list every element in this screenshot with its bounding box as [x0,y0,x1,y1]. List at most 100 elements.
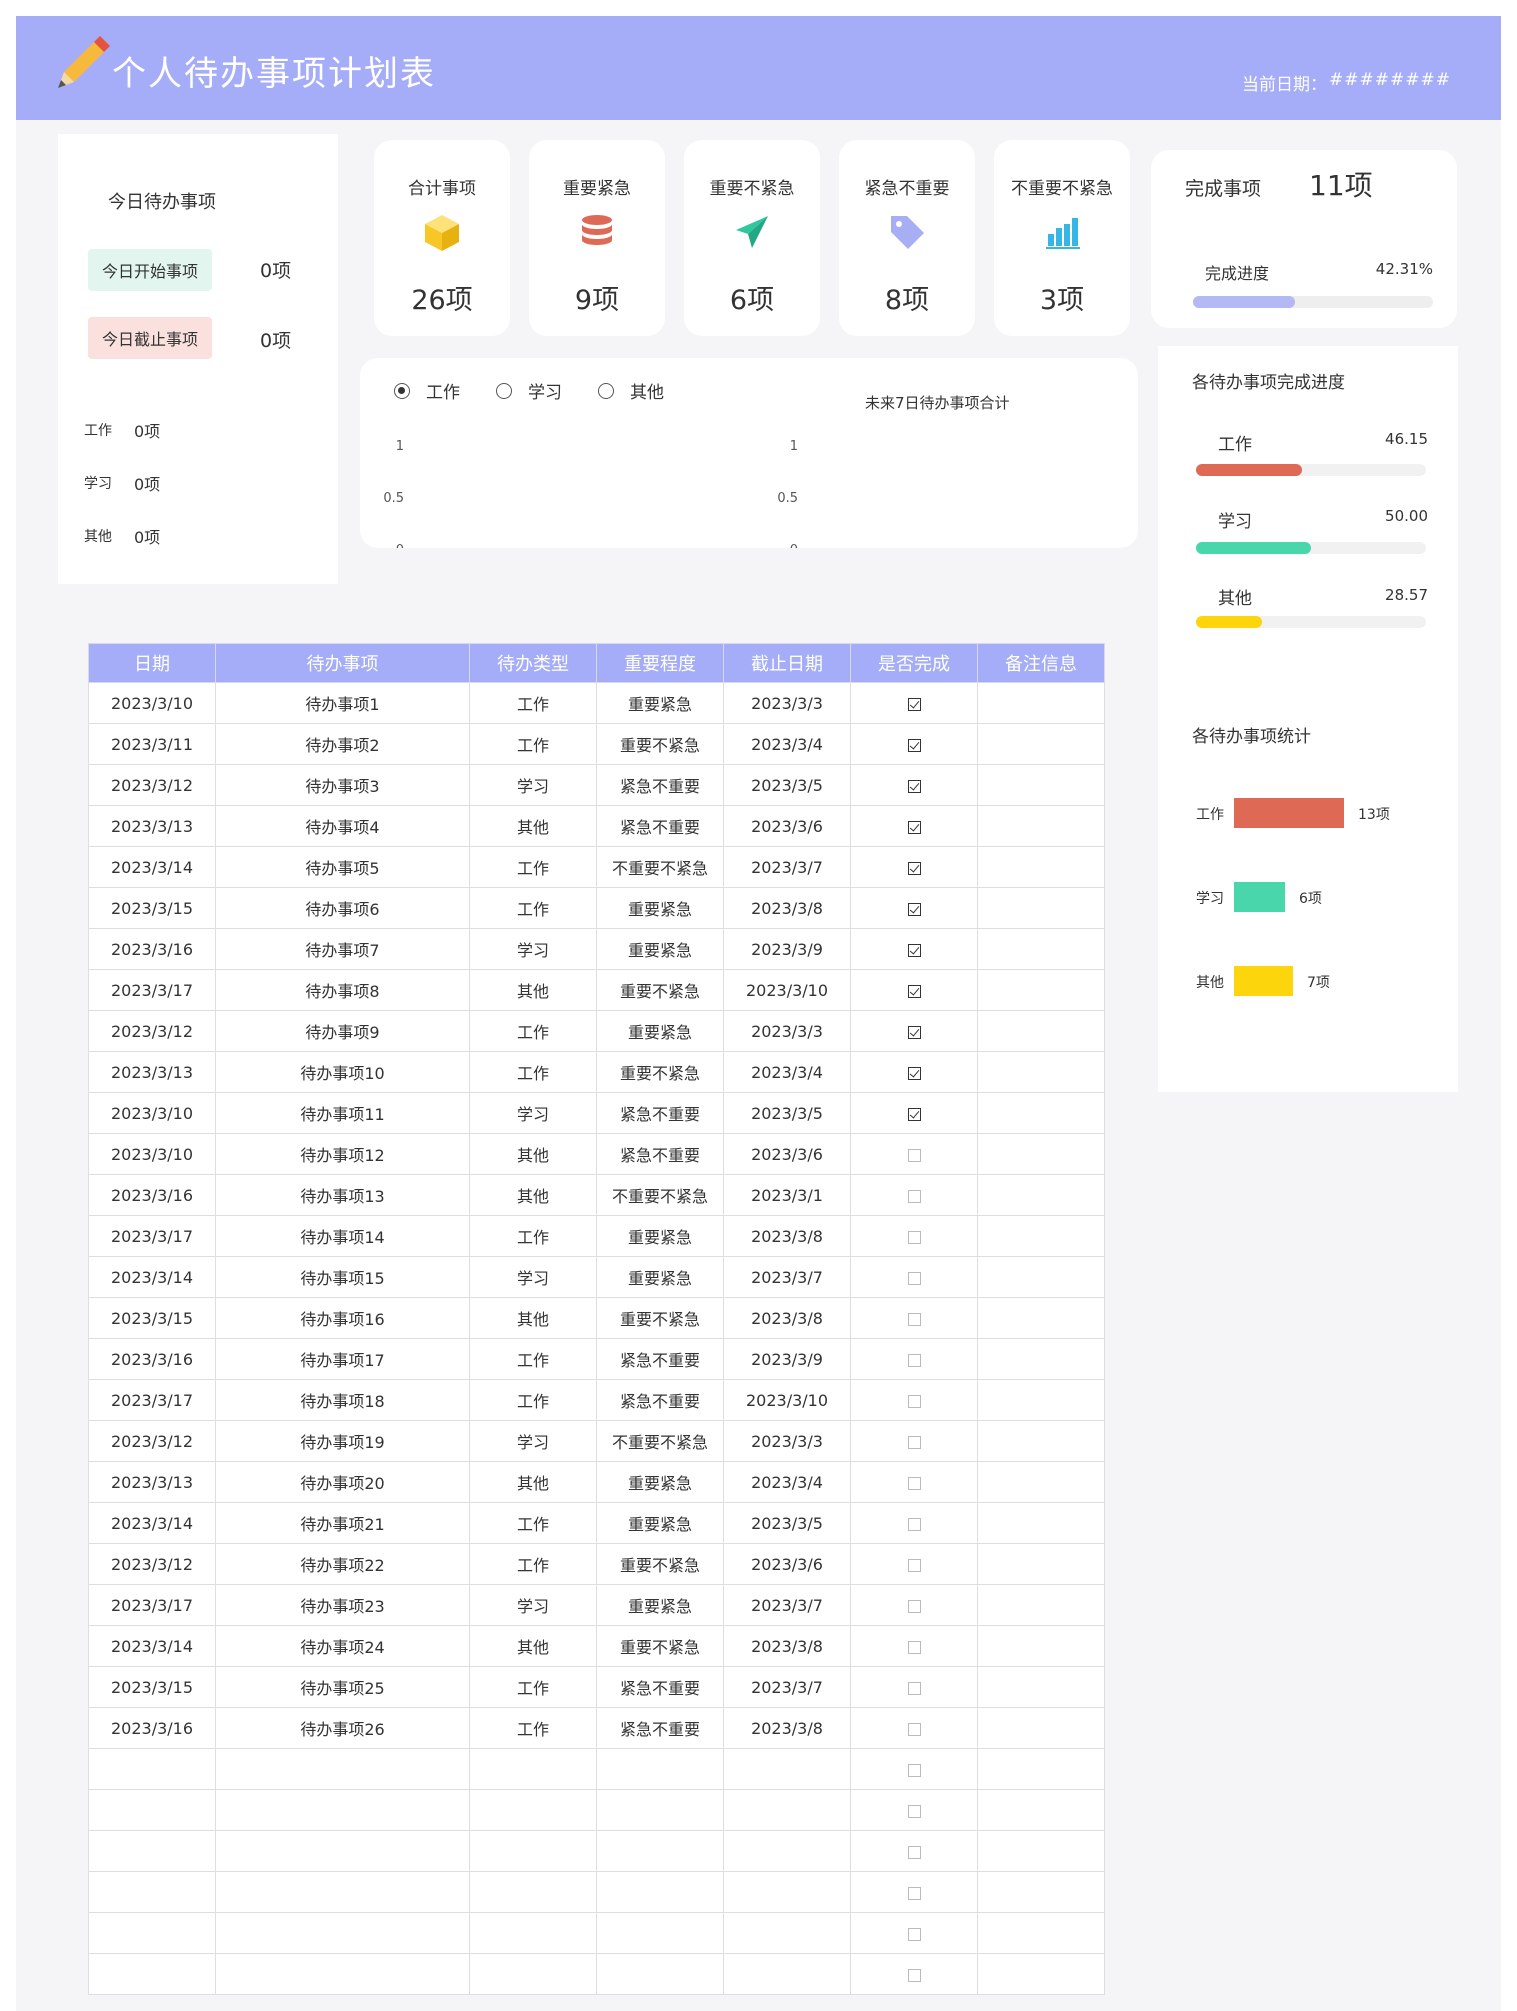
table-cell[interactable] [596,1789,724,1831]
done-checkbox[interactable] [907,1845,921,1859]
note-cell[interactable] [977,1543,1105,1585]
note-cell[interactable] [977,1133,1105,1175]
done-checkbox[interactable] [907,1968,921,1982]
table-cell[interactable]: 2023/3/15 [88,1297,216,1339]
table-cell[interactable] [723,1871,851,1913]
table-cell[interactable]: 2023/3/15 [88,887,216,929]
table-cell[interactable]: 其他 [469,1297,597,1339]
table-cell[interactable] [723,1789,851,1831]
table-cell[interactable]: 紧急不重要 [596,1379,724,1421]
table-cell[interactable]: 重要不紧急 [596,723,724,765]
table-cell[interactable] [88,1789,216,1831]
table-cell[interactable]: 2023/3/5 [723,1092,851,1134]
done-checkbox[interactable] [907,1927,921,1941]
table-cell[interactable] [215,1953,470,1995]
table-cell[interactable]: 待办事项21 [215,1502,470,1544]
table-cell[interactable] [215,1912,470,1954]
table-cell[interactable]: 2023/3/12 [88,764,216,806]
table-cell[interactable] [596,1830,724,1872]
table-cell[interactable] [469,1912,597,1954]
done-checkbox[interactable] [907,697,921,711]
table-cell[interactable] [469,1789,597,1831]
table-cell[interactable] [88,1953,216,1995]
table-cell[interactable]: 2023/3/6 [723,805,851,847]
table-cell[interactable]: 2023/3/16 [88,1174,216,1216]
note-cell[interactable] [977,1584,1105,1626]
table-cell[interactable]: 待办事项14 [215,1215,470,1257]
note-cell[interactable] [977,723,1105,765]
table-cell[interactable]: 2023/3/7 [723,1256,851,1298]
table-cell[interactable]: 重要紧急 [596,1461,724,1503]
table-cell[interactable]: 工作 [469,846,597,888]
table-cell[interactable]: 2023/3/8 [723,1215,851,1257]
table-cell[interactable]: 工作 [469,887,597,929]
done-checkbox[interactable] [907,1517,921,1531]
table-cell[interactable]: 待办事项26 [215,1707,470,1749]
table-cell[interactable] [469,1748,597,1790]
table-cell[interactable]: 2023/3/10 [88,682,216,724]
table-cell[interactable]: 其他 [469,1461,597,1503]
note-cell[interactable] [977,1666,1105,1708]
table-cell[interactable] [723,1912,851,1954]
table-cell[interactable] [723,1953,851,1995]
table-cell[interactable]: 2023/3/14 [88,1625,216,1667]
table-cell[interactable]: 学习 [469,1584,597,1626]
done-checkbox[interactable] [907,902,921,916]
table-cell[interactable]: 待办事项13 [215,1174,470,1216]
table-cell[interactable]: 待办事项18 [215,1379,470,1421]
table-cell[interactable]: 2023/3/10 [88,1092,216,1134]
table-cell[interactable]: 学习 [469,764,597,806]
table-cell[interactable]: 2023/3/4 [723,1051,851,1093]
table-cell[interactable]: 2023/3/4 [723,723,851,765]
note-cell[interactable] [977,1912,1105,1954]
table-cell[interactable]: 重要紧急 [596,887,724,929]
table-cell[interactable]: 待办事项4 [215,805,470,847]
note-cell[interactable] [977,846,1105,888]
note-cell[interactable] [977,1051,1105,1093]
done-checkbox[interactable] [907,820,921,834]
done-checkbox[interactable] [907,1230,921,1244]
table-cell[interactable] [596,1748,724,1790]
table-cell[interactable]: 待办事项15 [215,1256,470,1298]
table-cell[interactable]: 待办事项2 [215,723,470,765]
note-cell[interactable] [977,1625,1105,1667]
column-header[interactable]: 是否完成 [850,643,978,683]
table-cell[interactable]: 工作 [469,1666,597,1708]
table-cell[interactable]: 学习 [469,928,597,970]
table-cell[interactable]: 待办事项3 [215,764,470,806]
note-cell[interactable] [977,1707,1105,1749]
table-cell[interactable]: 待办事项12 [215,1133,470,1175]
table-cell[interactable]: 2023/3/16 [88,1338,216,1380]
table-cell[interactable]: 紧急不重要 [596,805,724,847]
table-cell[interactable] [469,1871,597,1913]
done-checkbox[interactable] [907,779,921,793]
table-cell[interactable]: 2023/3/12 [88,1420,216,1462]
table-cell[interactable]: 2023/3/14 [88,846,216,888]
table-cell[interactable]: 2023/3/7 [723,1584,851,1626]
table-cell[interactable]: 紧急不重要 [596,1666,724,1708]
column-header[interactable]: 日期 [88,643,216,683]
column-header[interactable]: 待办类型 [469,643,597,683]
table-cell[interactable]: 学习 [469,1092,597,1134]
table-cell[interactable]: 2023/3/17 [88,1215,216,1257]
done-checkbox[interactable] [907,1599,921,1613]
table-cell[interactable]: 重要不紧急 [596,1051,724,1093]
table-cell[interactable]: 待办事项11 [215,1092,470,1134]
table-cell[interactable]: 待办事项1 [215,682,470,724]
table-cell[interactable]: 2023/3/6 [723,1543,851,1585]
done-checkbox[interactable] [907,1886,921,1900]
note-cell[interactable] [977,1830,1105,1872]
table-cell[interactable]: 重要紧急 [596,1256,724,1298]
column-header[interactable]: 备注信息 [977,643,1105,683]
table-cell[interactable]: 2023/3/10 [723,969,851,1011]
table-cell[interactable]: 2023/3/17 [88,969,216,1011]
table-cell[interactable]: 重要不紧急 [596,969,724,1011]
column-header[interactable]: 重要程度 [596,643,724,683]
note-cell[interactable] [977,1297,1105,1339]
table-cell[interactable]: 重要紧急 [596,1215,724,1257]
table-cell[interactable]: 2023/3/16 [88,1707,216,1749]
done-checkbox[interactable] [907,1476,921,1490]
note-cell[interactable] [977,764,1105,806]
table-cell[interactable]: 2023/3/7 [723,1666,851,1708]
table-cell[interactable]: 重要不紧急 [596,1297,724,1339]
